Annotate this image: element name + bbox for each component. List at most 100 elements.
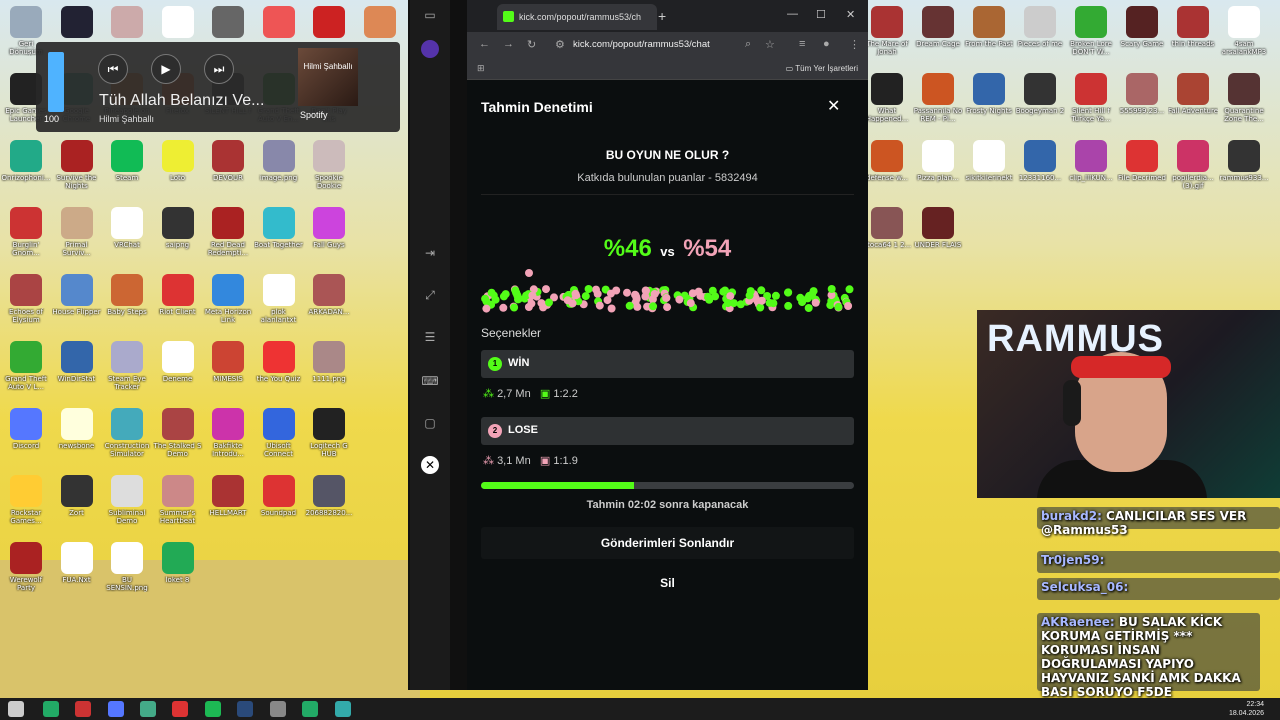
desktop-icon[interactable]: MIMESIS — [203, 339, 253, 401]
desktop-icon[interactable]: Rockstar Games... — [1, 473, 51, 535]
bookmark-star-icon[interactable]: ☆ — [765, 38, 775, 51]
desktop-icon[interactable]: The Stalked S Demo — [153, 406, 203, 468]
desktop-icon[interactable]: Echoes of Elysium — [1, 272, 51, 334]
desktop-icon[interactable]: WinDirStat — [52, 339, 102, 401]
desktop-icon[interactable]: 4sam arsalankMP3 — [1219, 4, 1269, 66]
desktop-icon[interactable]: What Happened... — [862, 71, 912, 133]
desktop-icon[interactable]: Survive the Nights — [52, 138, 102, 200]
desktop-icon[interactable]: Stoca64 1 2... — [862, 205, 912, 267]
all-bookmarks-link[interactable]: ▭ Tüm Yer İşaretleri — [786, 64, 858, 73]
desktop-icon[interactable]: Boogeyman 2 — [1015, 71, 1065, 133]
desktop-icon[interactable]: Dream Cage — [913, 4, 963, 66]
desktop-icon[interactable]: VRChat — [102, 205, 152, 267]
desktop-icon[interactable]: sikitkilerinekt — [964, 138, 1014, 200]
taskbar-app-icon[interactable] — [302, 701, 318, 717]
desktop-icon[interactable]: 206882820... — [304, 473, 354, 535]
desktop-icon[interactable]: Logitech G HUB — [304, 406, 354, 468]
forward-icon[interactable]: → — [503, 38, 514, 50]
desktop-icon[interactable]: popilerdia... (3).gif — [1168, 138, 1218, 200]
skip-next-icon[interactable]: ⏭ — [204, 54, 234, 84]
settings-sliders-icon[interactable]: ☰ — [421, 328, 439, 346]
desktop-icon[interactable]: Burglin' Gnom... — [1, 205, 51, 267]
desktop-icon[interactable]: 12331160... — [1015, 138, 1065, 200]
desktop-icon[interactable]: Steam — [102, 138, 152, 200]
taskbar-app-icon[interactable] — [270, 701, 286, 717]
desktop-icon[interactable]: plok alanlarıtxt — [254, 272, 304, 334]
desktop-icon[interactable]: 1111.png — [304, 339, 354, 401]
desktop-icon[interactable]: Discord — [1, 406, 51, 468]
desktop-icon[interactable]: HELLMART — [203, 473, 253, 535]
desktop-icon[interactable]: Pizza plan... — [913, 138, 963, 200]
back-icon[interactable]: ← — [479, 38, 490, 50]
zoom-icon[interactable]: ⌕ — [745, 38, 751, 51]
close-icon[interactable]: ✕ — [827, 96, 840, 116]
desktop-icon[interactable]: Summer's Heartbeat — [153, 473, 203, 535]
mute-icon[interactable]: ✕ — [421, 456, 439, 474]
maximize-icon[interactable]: ☐ — [816, 8, 826, 21]
discord-icon[interactable] — [108, 701, 124, 717]
desktop-icon[interactable]: Primal Surviv... — [52, 205, 102, 267]
skip-previous-icon[interactable]: ⏮ — [98, 54, 128, 84]
desktop-icon[interactable]: newsbone — [52, 406, 102, 468]
desktop-icon[interactable]: 555999.23... — [1117, 71, 1167, 133]
tab-kick-chat[interactable]: kick.com/popout/rammus53/ch ✕ — [497, 4, 657, 30]
expand-icon[interactable]: ⤢ — [421, 286, 439, 304]
desktop-icon[interactable]: UNDER FLAIS — [913, 205, 963, 267]
apps-grid-icon[interactable]: ⊞ — [477, 63, 485, 74]
desktop-icon[interactable]: Deneme — [153, 339, 203, 401]
start-icon[interactable] — [8, 701, 24, 717]
taskbar-app-icon[interactable] — [75, 701, 91, 717]
desktop-icon[interactable]: thin threads — [1168, 4, 1218, 66]
desktop-icon[interactable]: Riot Client — [153, 272, 203, 334]
desktop-icon[interactable]: saipng — [153, 205, 203, 267]
desktop-icon[interactable]: The Mare of Jonah — [862, 4, 912, 66]
chrome-icon[interactable] — [140, 701, 156, 717]
desktop-icon[interactable]: Bakfikte Introdu... — [203, 406, 253, 468]
desktop-icon[interactable]: Broken Lore DON'T W... — [1066, 4, 1116, 66]
desktop-icon[interactable]: Pieces of me — [1015, 4, 1065, 66]
desktop-icon[interactable]: Zort — [52, 473, 102, 535]
desktop-icon[interactable]: Frosty Nights — [964, 71, 1014, 133]
desktop-icon[interactable]: Loto — [153, 138, 203, 200]
desktop-icon[interactable]: Silent Hill f Türkçe Ya... — [1066, 71, 1116, 133]
desktop-icon[interactable]: image.png — [254, 138, 304, 200]
desktop-icon[interactable]: Fall Adventure — [1168, 71, 1218, 133]
desktop-icon[interactable]: ARKADAN... — [304, 272, 354, 334]
desktop-icon[interactable]: From the Past — [964, 4, 1014, 66]
site-info-icon[interactable]: ⚙ — [555, 38, 565, 51]
desktop-icon[interactable]: defense w... — [862, 138, 912, 200]
desktop-icon[interactable]: Werewolf Party — [1, 540, 51, 602]
taskbar-app-icon[interactable] — [43, 701, 59, 717]
url-field[interactable]: kick.com/popout/rammus53/chat — [573, 39, 710, 50]
desktop-icon[interactable]: Fall Guys — [304, 205, 354, 267]
desktop-icon[interactable]: Red Dead Redempti... — [203, 205, 253, 267]
youtube-icon[interactable] — [172, 701, 188, 717]
desktop-icon[interactable]: Onrizophoni... — [1, 138, 51, 200]
desktop-icon[interactable]: House Flipper — [52, 272, 102, 334]
desktop-icon[interactable]: Steam Eye Tracker — [102, 339, 152, 401]
desktop-icon[interactable]: Spookie Dookie — [304, 138, 354, 200]
desktop-icon[interactable]: Grand Theft Auto V L... — [1, 339, 51, 401]
desktop-icon[interactable]: Scary Game — [1117, 4, 1167, 66]
desktop-icon[interactable]: rammus933... — [1219, 138, 1269, 200]
delete-button[interactable]: Sil — [481, 568, 854, 598]
sidebar-toggle-icon[interactable]: ▭ — [421, 6, 439, 24]
desktop-icon[interactable]: Ubisoft Connect — [254, 406, 304, 468]
desktop-icon[interactable]: Soundpad — [254, 473, 304, 535]
volume-bar[interactable] — [48, 52, 64, 112]
extensions-icon[interactable]: ≡ — [799, 38, 805, 50]
spotify-icon[interactable] — [205, 701, 221, 717]
desktop-icon[interactable]: the You Quiz — [254, 339, 304, 401]
avatar[interactable] — [421, 40, 439, 58]
profile-icon[interactable]: ● — [823, 38, 830, 50]
desktop-icon[interactable]: Boat Together — [254, 205, 304, 267]
desktop-icon[interactable]: Construction Simulator — [102, 406, 152, 468]
desktop-icon[interactable]: Baby Steps — [102, 272, 152, 334]
clock[interactable]: 22:34 18.04.2026 — [1229, 700, 1264, 718]
desktop-icon[interactable]: clip_IIIKUN... — [1066, 138, 1116, 200]
reload-icon[interactable]: ↻ — [527, 38, 536, 51]
desktop-icon[interactable]: File Decrimed — [1117, 138, 1167, 200]
steam-icon[interactable] — [237, 701, 253, 717]
window-close-icon[interactable]: ✕ — [846, 8, 855, 21]
minimize-icon[interactable]: — — [787, 8, 798, 20]
